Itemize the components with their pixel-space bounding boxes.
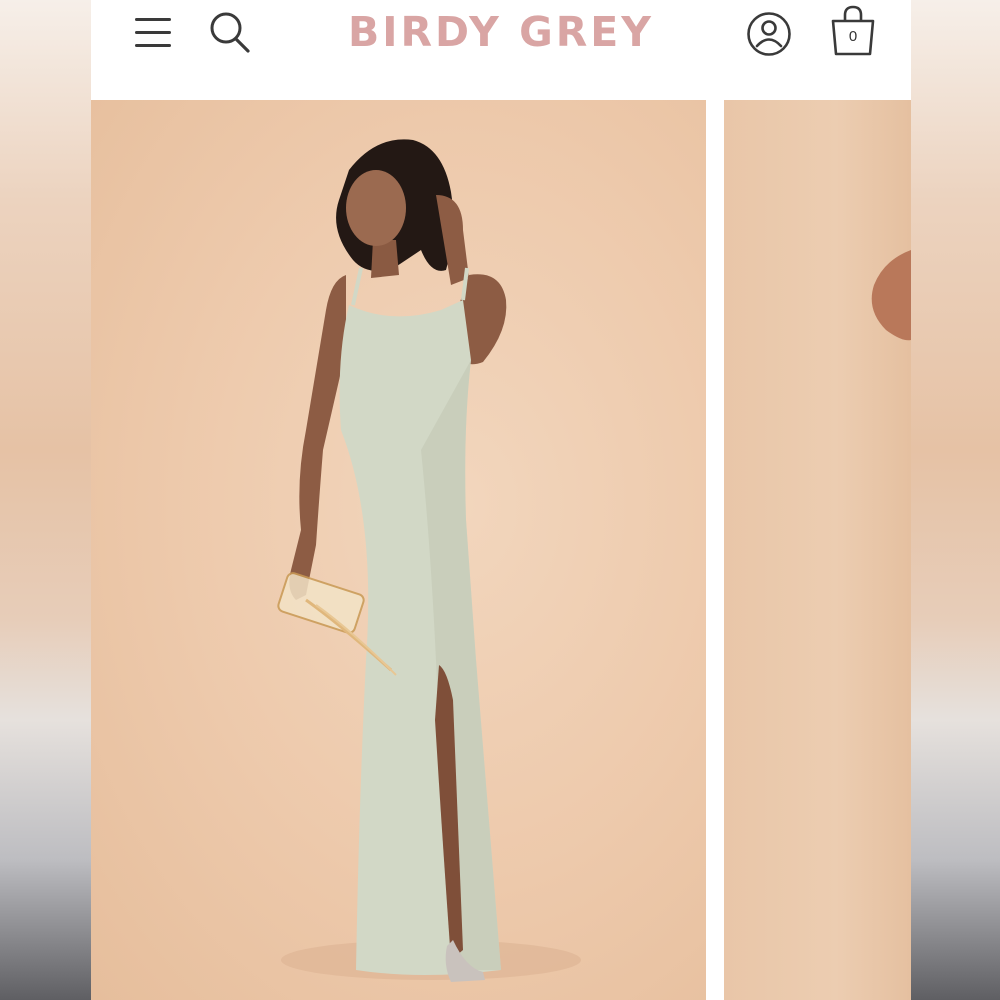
- brand-logo[interactable]: BIRDY GREY: [321, 8, 681, 56]
- mobile-page: BIRDY GREY 0: [91, 0, 911, 1000]
- search-icon[interactable]: [209, 10, 251, 54]
- product-photo-front[interactable]: [91, 100, 706, 1000]
- model-arm-illustration: [871, 250, 911, 341]
- site-header: BIRDY GREY 0: [91, 0, 911, 100]
- background-blur-right: [911, 0, 1000, 1000]
- product-image-gallery[interactable]: [91, 100, 911, 1000]
- account-icon[interactable]: [746, 11, 792, 57]
- background-blur-left: [0, 0, 91, 1000]
- model-in-dress-illustration: [277, 139, 581, 982]
- hamburger-menu-icon[interactable]: [135, 16, 171, 48]
- product-photo-next[interactable]: [724, 100, 911, 1000]
- shopping-bag-icon[interactable]: 0: [829, 5, 877, 57]
- cart-count: 0: [848, 28, 858, 45]
